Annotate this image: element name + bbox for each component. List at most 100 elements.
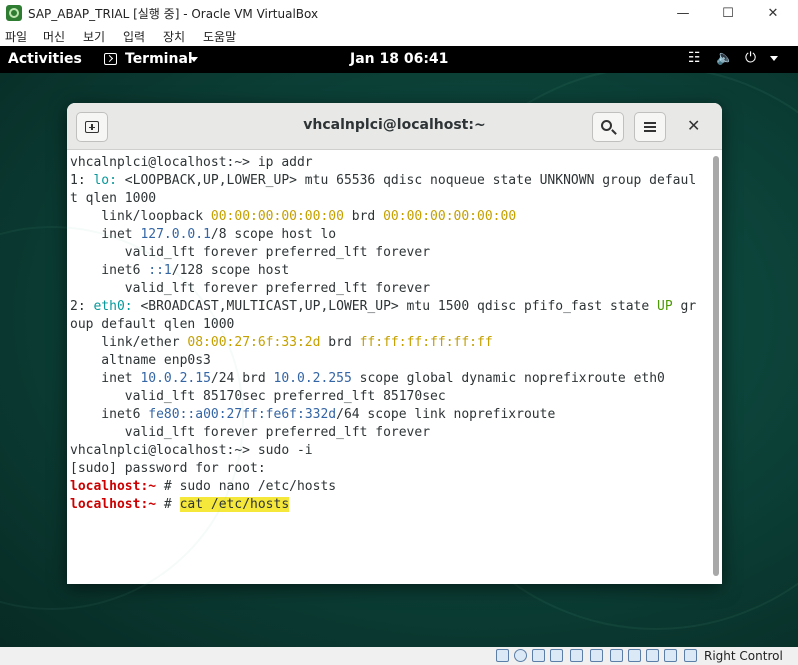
close-window-button[interactable]: ✕: [750, 0, 796, 26]
vbox-statusbar: Right Control: [0, 647, 798, 665]
terminal-segment: [sudo] password for root:: [70, 461, 266, 476]
terminal-segment: 00:00:00:00:00:00: [210, 209, 344, 224]
terminal-segment: <LOOPBACK,UP,LOWER_UP> mtu 65536 qdisc n…: [116, 173, 697, 188]
terminal-segment: vhcalnplci@localhost:~> sudo -i: [70, 443, 313, 458]
terminal-segment: /24 brd: [210, 371, 274, 386]
terminal-line: vhcalnplci@localhost:~> ip addr: [70, 154, 696, 172]
scrollbar-thumb[interactable]: [713, 156, 719, 576]
gnome-top-bar: Activities Terminal Jan 18 06:41 ☷ 🔈 ⏻: [0, 46, 798, 73]
terminal-segment: valid_lft forever preferred_lft forever: [70, 245, 431, 260]
system-menu-chevron-icon[interactable]: [770, 56, 778, 61]
terminal-segment: scope global dynamic noprefixroute eth0: [351, 371, 665, 386]
terminal-segment: /8 scope host lo: [210, 227, 337, 242]
menu-view[interactable]: 보기: [83, 28, 105, 45]
terminal-segment: localhost:~: [70, 497, 157, 512]
terminal-segment: 00:00:00:00:00:00: [383, 209, 517, 224]
terminal-segment: link/loopback: [70, 209, 211, 224]
terminal-segment: vhcalnplci@localhost:~> ip addr: [70, 155, 313, 170]
recording-icon[interactable]: [628, 649, 641, 662]
terminal-segment: # sudo nano /etc/hosts: [156, 479, 337, 494]
optical-drive-icon[interactable]: [514, 649, 527, 662]
terminal-segment: lo:: [93, 173, 117, 188]
menu-devices[interactable]: 장치: [163, 28, 185, 45]
terminal-segment: brd: [320, 335, 360, 350]
guest-desktop: Activities Terminal Jan 18 06:41 ☷ 🔈 ⏻ v…: [0, 46, 798, 647]
host-key-label: Right Control: [704, 649, 783, 663]
terminal-line: 2: eth0: <BROADCAST,MULTICAST,UP,LOWER_U…: [70, 298, 696, 316]
scrollbar[interactable]: [710, 150, 722, 584]
terminal-segment: t qlen 1000: [70, 191, 157, 206]
terminal-line: localhost:~ # sudo nano /etc/hosts: [70, 478, 696, 496]
terminal-line: 1: lo: <LOOPBACK,UP,LOWER_UP> mtu 65536 …: [70, 172, 696, 190]
search-button[interactable]: [592, 112, 624, 142]
menu-help[interactable]: 도움말: [203, 28, 236, 45]
terminal-line: inet 10.0.2.15/24 brd 10.0.2.255 scope g…: [70, 370, 696, 388]
terminal-segment: 08:00:27:6f:33:2d: [187, 335, 321, 350]
terminal-segment: fe80::a00:27ff:fe6f:332d: [148, 407, 337, 422]
terminal-line: vhcalnplci@localhost:~> sudo -i: [70, 442, 696, 460]
terminal-line: inet6 fe80::a00:27ff:fe6f:332d/64 scope …: [70, 406, 696, 424]
terminal-headerbar: vhcalnplci@localhost:~ ✕: [67, 103, 722, 150]
menu-button[interactable]: [634, 112, 666, 142]
terminal-segment: valid_lft 85170sec preferred_lft 85170se…: [70, 389, 446, 404]
hard-disk-icon[interactable]: [496, 649, 509, 662]
clock[interactable]: Jan 18 06:41: [350, 51, 448, 67]
terminal-segment: brd: [343, 209, 384, 224]
terminal-line: valid_lft 85170sec preferred_lft 85170se…: [70, 388, 696, 406]
terminal-line: t qlen 1000: [70, 190, 696, 208]
search-icon: [601, 120, 612, 131]
terminal-segment: #: [156, 497, 180, 512]
network-icon[interactable]: ☷: [688, 50, 701, 66]
terminal-line: inet 127.0.0.1/8 scope host lo: [70, 226, 696, 244]
terminal-line: [sudo] password for root:: [70, 460, 696, 478]
close-terminal-button[interactable]: ✕: [687, 116, 700, 135]
terminal-line: localhost:~ # cat /etc/hosts: [70, 496, 696, 514]
menu-machine[interactable]: 머신: [43, 28, 65, 45]
menu-input[interactable]: 입력: [123, 28, 145, 45]
terminal-segment: inet6: [70, 407, 149, 422]
hamburger-icon: [644, 122, 656, 132]
terminal-segment: localhost:~: [70, 479, 157, 494]
terminal-output[interactable]: vhcalnplci@localhost:~> ip addr 1: lo: <L…: [67, 150, 709, 584]
terminal-text: vhcalnplci@localhost:~> ip addr 1: lo: <L…: [70, 154, 696, 514]
terminal-segment: UP: [657, 299, 673, 314]
display-icon[interactable]: [610, 649, 623, 662]
terminal-segment: inet: [70, 227, 141, 242]
terminal-segment: link/ether: [70, 335, 188, 350]
terminal-segment: valid_lft forever preferred_lft forever: [70, 281, 431, 296]
terminal-line: link/loopback 00:00:00:00:00:00 brd 00:0…: [70, 208, 696, 226]
app-menu-button[interactable]: Terminal: [125, 51, 193, 67]
terminal-segment: 1:: [70, 173, 94, 188]
shared-folder-icon[interactable]: [590, 649, 603, 662]
maximize-button[interactable]: ☐: [705, 0, 751, 26]
cpu-icon[interactable]: [646, 649, 659, 662]
terminal-segment: inet: [70, 371, 141, 386]
mouse-integration-icon[interactable]: [664, 649, 677, 662]
terminal-segment: gr: [672, 299, 697, 314]
terminal-line: inet6 ::1/128 scope host: [70, 262, 696, 280]
terminal-segment: /64 scope link noprefixroute: [336, 407, 556, 422]
volume-icon[interactable]: 🔈: [716, 50, 733, 66]
minimize-button[interactable]: —: [660, 0, 706, 26]
terminal-line: altname enp0s3: [70, 352, 696, 370]
vbox-menubar: 파일 머신 보기 입력 장치 도움말: [0, 26, 798, 46]
terminal-segment: 2:: [70, 299, 94, 314]
terminal-segment: oup default qlen 1000: [70, 317, 235, 332]
menu-file[interactable]: 파일: [5, 28, 27, 45]
terminal-segment: inet6: [70, 263, 149, 278]
terminal-line: link/ether 08:00:27:6f:33:2d brd ff:ff:f…: [70, 334, 696, 352]
terminal-segment: /128 scope host: [171, 263, 290, 278]
activities-button[interactable]: Activities: [8, 51, 82, 67]
terminal-window[interactable]: vhcalnplci@localhost:~ ✕ vhcalnplci@loca…: [67, 103, 722, 584]
audio-icon[interactable]: [532, 649, 545, 662]
keyboard-capture-icon[interactable]: [684, 649, 697, 662]
terminal-segment: eth0:: [93, 299, 133, 314]
window-title: SAP_ABAP_TRIAL [실행 중] - Oracle VM Virtua…: [28, 7, 319, 21]
terminal-segment: ff:ff:ff:ff:ff:ff: [359, 335, 493, 350]
terminal-line: valid_lft forever preferred_lft forever: [70, 424, 696, 442]
power-icon[interactable]: ⏻: [745, 50, 756, 66]
terminal-segment: <BROADCAST,MULTICAST,UP,LOWER_UP> mtu 15…: [132, 299, 658, 314]
network-adapter-icon[interactable]: [550, 649, 563, 662]
terminal-segment: altname enp0s3: [70, 353, 211, 368]
usb-icon[interactable]: [570, 649, 583, 662]
